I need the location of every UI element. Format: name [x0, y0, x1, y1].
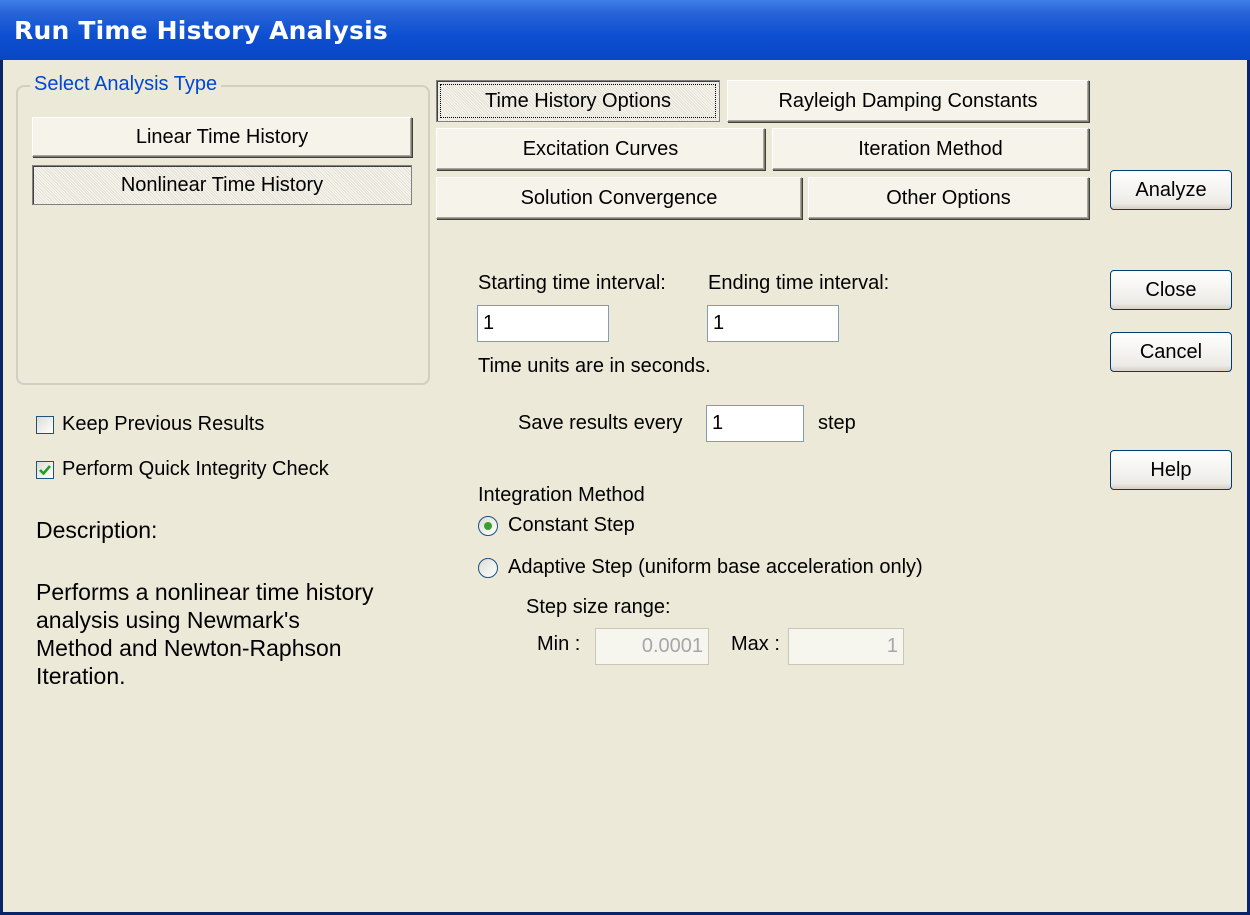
min-step-input[interactable]: 0.0001 [595, 628, 709, 665]
quick-integrity-check-label: Perform Quick Integrity Check [62, 458, 329, 480]
ending-time-label: Ending time interval: [708, 272, 890, 294]
constant-step-radio[interactable] [478, 516, 498, 536]
cancel-button[interactable]: Cancel [1110, 332, 1232, 372]
analysis-type-legend: Select Analysis Type [30, 73, 222, 96]
description-title: Description: [36, 517, 158, 543]
tab-solution-convergence[interactable]: Solution Convergence [436, 177, 802, 219]
adaptive-step-radio[interactable] [478, 558, 498, 578]
nonlinear-time-history-button[interactable]: Nonlinear Time History [32, 165, 412, 205]
description-line-3: Method and Newton-Raphson [36, 635, 342, 661]
description-line-2: analysis using Newmark's [36, 607, 300, 633]
starting-time-input[interactable]: 1 [477, 305, 609, 342]
help-button[interactable]: Help [1110, 450, 1232, 490]
keep-previous-results-checkbox[interactable] [36, 416, 54, 434]
tab-iteration-method[interactable]: Iteration Method [772, 128, 1089, 170]
max-label: Max : [731, 633, 780, 655]
tab-rayleigh-damping-constants[interactable]: Rayleigh Damping Constants [727, 80, 1089, 122]
analyze-button[interactable]: Analyze [1110, 170, 1232, 210]
check-mark-icon [39, 465, 51, 476]
save-results-prefix: Save results every [518, 412, 683, 434]
max-step-input[interactable]: 1 [788, 628, 904, 665]
save-results-input[interactable]: 1 [706, 405, 804, 442]
radio-dot-icon [484, 522, 492, 530]
min-label: Min : [537, 633, 581, 655]
window-title: Run Time History Analysis [14, 16, 388, 45]
description-line-4: Iteration. [36, 663, 126, 689]
linear-time-history-button[interactable]: Linear Time History [32, 117, 412, 157]
title-bar[interactable]: Run Time History Analysis [0, 0, 1250, 60]
keep-previous-results-label: Keep Previous Results [62, 413, 265, 435]
tab-excitation-curves[interactable]: Excitation Curves [436, 128, 765, 170]
save-results-suffix: step [818, 412, 856, 434]
close-button[interactable]: Close [1110, 270, 1232, 310]
description-line-1: Performs a nonlinear time history [36, 579, 374, 605]
adaptive-step-label: Adaptive Step (uniform base acceleration… [508, 556, 923, 578]
ending-time-input[interactable]: 1 [707, 305, 839, 342]
tab-other-options[interactable]: Other Options [808, 177, 1089, 219]
quick-integrity-check-checkbox[interactable] [36, 461, 54, 479]
tab-time-history-options[interactable]: Time History Options [436, 80, 720, 122]
starting-time-label: Starting time interval: [478, 272, 666, 294]
constant-step-label: Constant Step [508, 514, 635, 536]
step-size-range-label: Step size range: [526, 596, 671, 618]
time-units-note: Time units are in seconds. [478, 355, 711, 377]
integration-method-title: Integration Method [478, 484, 645, 506]
